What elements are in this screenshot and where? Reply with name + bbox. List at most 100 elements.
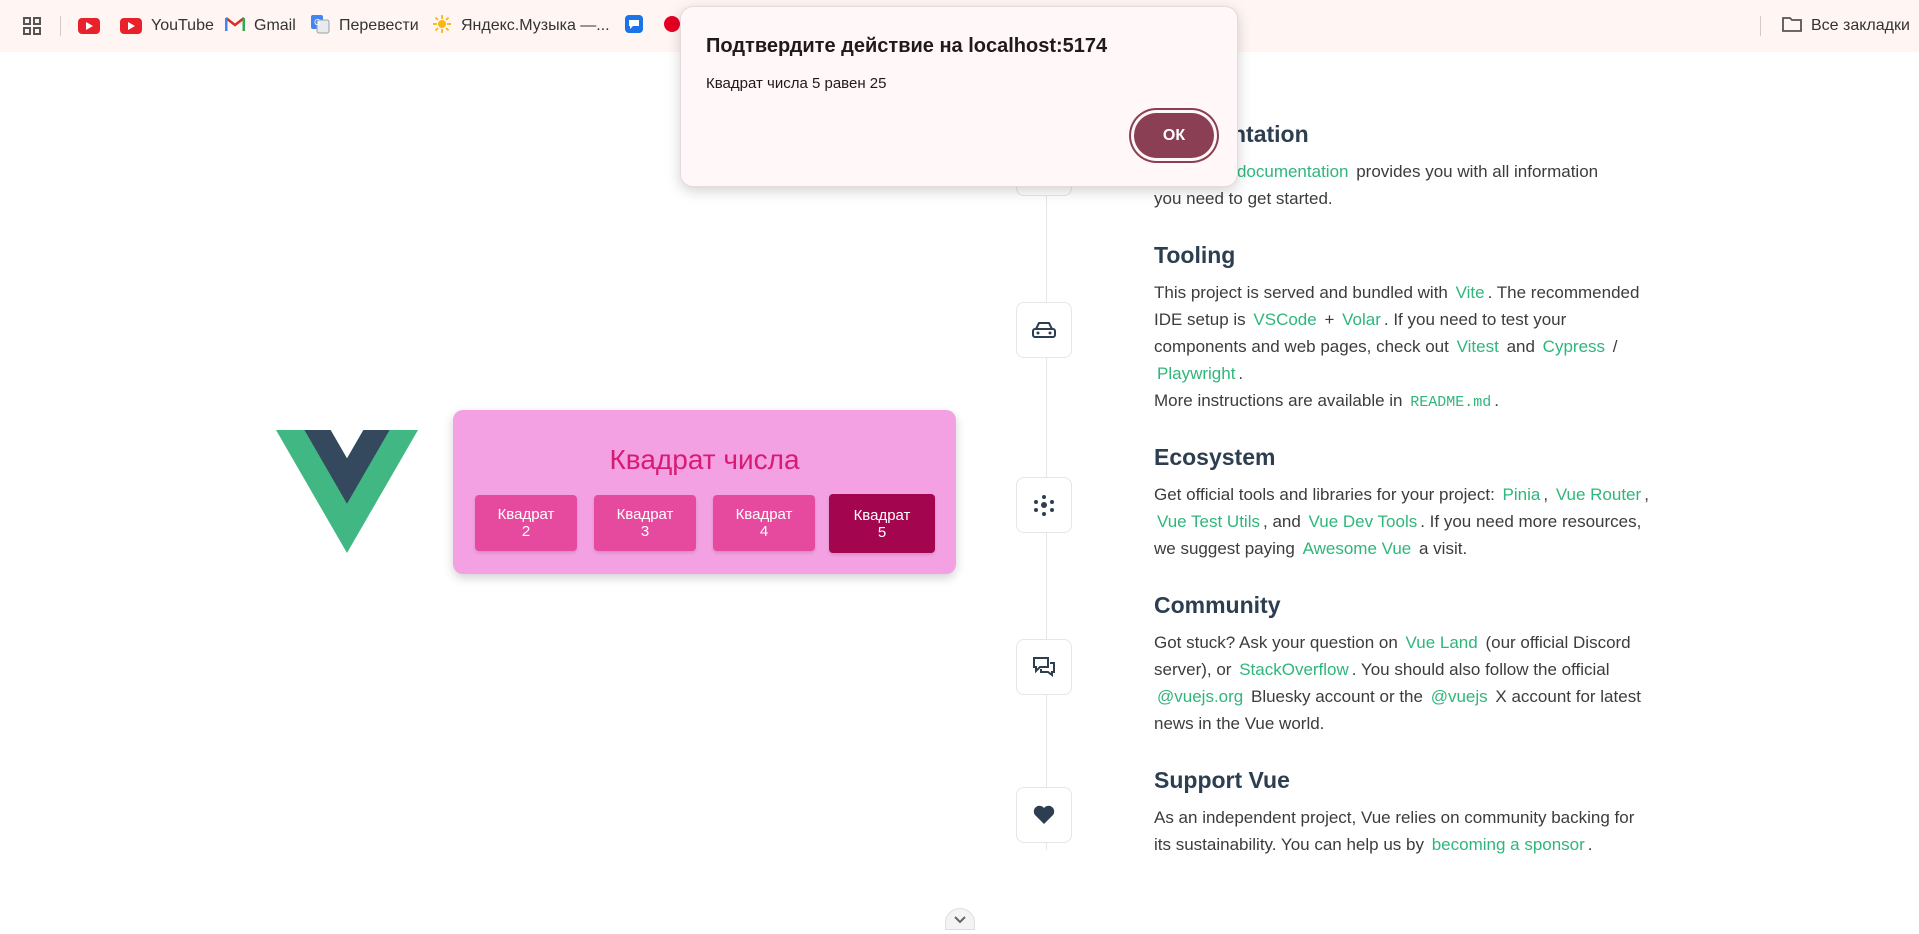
bookmark-yandex-music[interactable]: Яндекс.Музыка —... <box>432 14 610 38</box>
playwright-link[interactable]: Playwright <box>1154 364 1238 383</box>
yandex-music-icon <box>432 14 452 39</box>
ecosystem-text: we suggest paying <box>1154 539 1295 558</box>
support-text: its sustainability. You can help us by <box>1154 835 1424 854</box>
square-button-number: 3 <box>640 523 650 540</box>
square-button-number: 2 <box>521 523 531 540</box>
svg-text:G: G <box>314 18 320 27</box>
square-button-3[interactable]: Квадрат 3 <box>594 495 696 551</box>
bookmark-translate[interactable]: G Перевести <box>310 14 419 38</box>
bookmark-chat[interactable] <box>624 14 644 38</box>
square-button-5[interactable]: Квадрат 5 <box>829 494 935 553</box>
community-text: Bluesky account or the <box>1250 687 1423 706</box>
confirm-dialog: Подтвердите действие на localhost:5174 К… <box>680 6 1238 187</box>
section-support: Support Vue As an independent project, V… <box>1154 766 1649 858</box>
community-text: server), or <box>1154 660 1232 679</box>
cypress-link[interactable]: Cypress <box>1540 337 1608 356</box>
community-icon <box>1016 639 1072 695</box>
translate-icon: G <box>310 14 330 39</box>
square-card: Квадрат числа Квадрат 2 Квадрат 3 Квадра… <box>453 410 956 574</box>
pinia-link[interactable]: Pinia <box>1500 485 1544 504</box>
tooling-text: More instructions are available in <box>1154 391 1403 410</box>
community-title: Community <box>1154 592 1281 618</box>
bookmark-yandex-music-label: Яндекс.Музыка —... <box>461 17 610 34</box>
gmail-icon <box>224 16 246 37</box>
community-text: (our official Discord <box>1485 633 1631 652</box>
ecosystem-text: Get official tools and libraries for you… <box>1154 485 1495 504</box>
dialog-title: Подтвердите действие на localhost:5174 <box>706 35 1108 57</box>
square-button-2[interactable]: Квадрат 2 <box>475 495 577 551</box>
sponsor-link[interactable]: becoming a sponsor <box>1429 835 1588 854</box>
chat-icon <box>624 14 644 39</box>
volar-link[interactable]: Volar <box>1339 310 1384 329</box>
readme-code: README.md <box>1410 394 1492 411</box>
apps-grid-icon[interactable] <box>22 14 42 38</box>
square-button-label: Квадрат <box>616 506 674 523</box>
tooling-text: . The recommended <box>1487 283 1640 302</box>
all-bookmarks-label: Все закладки <box>1811 17 1910 34</box>
bookmark-youtube-label: YouTube <box>151 17 214 34</box>
documentation-text-2: you need to get started. <box>1154 189 1333 208</box>
scroll-down-chevron-icon[interactable] <box>945 908 975 930</box>
tooling-text: . <box>1238 364 1244 383</box>
vue-router-link[interactable]: Vue Router <box>1553 485 1644 504</box>
section-ecosystem: Ecosystem Get official tools and librari… <box>1154 443 1649 562</box>
support-title: Support Vue <box>1154 767 1290 793</box>
bookmarks-separator-right <box>1760 16 1761 36</box>
tooling-icon <box>1016 302 1072 358</box>
community-text: . You should also follow the official <box>1351 660 1610 679</box>
ecosystem-text: , and <box>1263 512 1301 531</box>
ok-button[interactable]: ОК <box>1134 113 1214 158</box>
bookmark-gmail[interactable]: Gmail <box>224 14 296 38</box>
youtube-icon <box>78 18 100 34</box>
ecosystem-text: , <box>1644 485 1649 504</box>
awesome-vue-link[interactable]: Awesome Vue <box>1300 539 1415 558</box>
documentation-text-1: provides you with all information <box>1356 162 1599 181</box>
tooling-text: IDE setup is <box>1154 310 1246 329</box>
tooling-title: Tooling <box>1154 242 1236 268</box>
section-tooling: Tooling This project is served and bundl… <box>1154 241 1649 416</box>
support-text: . <box>1587 835 1593 854</box>
bookmark-translate-label: Перевести <box>339 17 419 34</box>
pinterest-icon <box>664 14 680 39</box>
community-text: news in the Vue world. <box>1154 714 1325 733</box>
tooling-text: / <box>1612 337 1618 356</box>
vuejs-link[interactable]: @vuejs <box>1428 687 1491 706</box>
square-button-4[interactable]: Квадрат 4 <box>713 495 815 551</box>
ecosystem-title: Ecosystem <box>1154 444 1276 470</box>
stackoverflow-link[interactable]: StackOverflow <box>1236 660 1352 679</box>
ecosystem-text: . If you need more resources, <box>1420 512 1642 531</box>
folder-icon <box>1782 15 1802 38</box>
vue-test-utils-link[interactable]: Vue Test Utils <box>1154 512 1263 531</box>
vue-logo <box>275 430 418 558</box>
support-text: As an independent project, Vue relies on… <box>1154 808 1635 827</box>
tooling-text: components and web pages, check out <box>1154 337 1449 356</box>
tooling-text: This project is served and bundled with <box>1154 283 1448 302</box>
bookmark-gmail-label: Gmail <box>254 17 296 34</box>
vue-dev-tools-link[interactable]: Vue Dev Tools <box>1306 512 1421 531</box>
vscode-link[interactable]: VSCode <box>1250 310 1319 329</box>
bookmark-youtube-icon-only[interactable] <box>78 14 100 38</box>
tooling-text: and <box>1506 337 1535 356</box>
documentation-title-partial: ntation <box>1232 121 1309 147</box>
bookmark-pinterest[interactable] <box>664 14 680 38</box>
ecosystem-text: a visit. <box>1418 539 1468 558</box>
vitest-link[interactable]: Vitest <box>1454 337 1502 356</box>
card-title: Квадрат числа <box>609 444 800 475</box>
all-bookmarks-button[interactable]: Все закладки <box>1782 14 1910 38</box>
square-button-number: 4 <box>759 523 769 540</box>
square-button-number: 5 <box>877 523 887 541</box>
tooling-text: + <box>1324 310 1335 329</box>
dialog-message: Квадрат числа 5 равен 25 <box>706 75 887 92</box>
square-button-label: Квадрат <box>735 506 793 523</box>
bookmark-youtube[interactable]: YouTube <box>120 14 214 38</box>
bookmarks-separator <box>60 16 61 36</box>
vuejs-org-link[interactable]: @vuejs.org <box>1154 687 1246 706</box>
vite-link[interactable]: Vite <box>1453 283 1488 302</box>
ecosystem-icon <box>1016 477 1072 533</box>
ecosystem-text: , <box>1543 485 1549 504</box>
community-text: Got stuck? Ask your question on <box>1154 633 1398 652</box>
square-button-label: Квадрат <box>853 506 911 524</box>
community-text: X account for latest <box>1495 687 1641 706</box>
tooling-text: . If you need to test your <box>1383 310 1567 329</box>
vue-land-link[interactable]: Vue Land <box>1403 633 1481 652</box>
